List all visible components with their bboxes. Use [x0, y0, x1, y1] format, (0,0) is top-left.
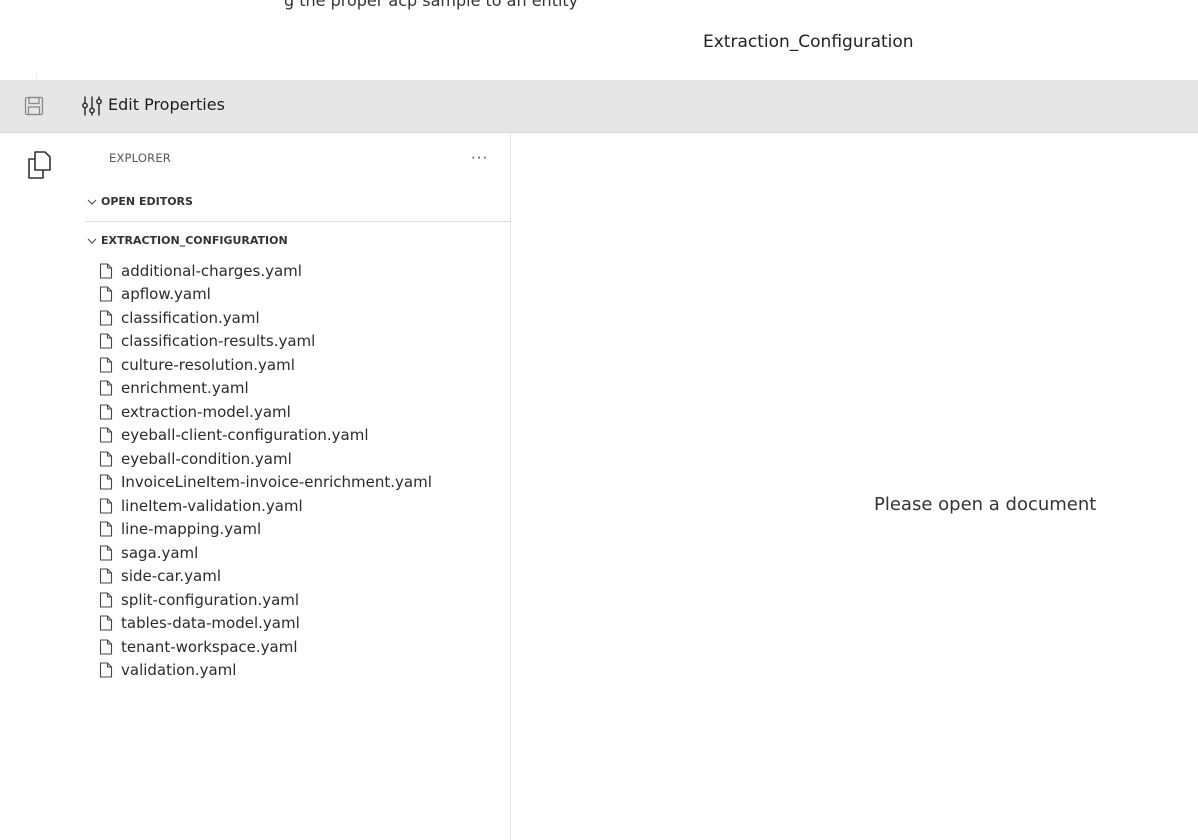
file-icon: [99, 615, 113, 631]
file-item[interactable]: eyeball-client-configuration.yaml: [78, 424, 510, 448]
file-list: additional-charges.yaml apflow.yaml classi…: [78, 259, 510, 682]
save-icon[interactable]: [24, 96, 44, 116]
chevron-down-icon: [87, 199, 97, 205]
file-icon: [99, 521, 113, 537]
editor-area: Please open a document: [511, 133, 1198, 840]
file-name: extraction-model.yaml: [121, 402, 291, 421]
file-item[interactable]: InvoiceLineItem-invoice-enrichment.yaml: [78, 471, 510, 495]
file-item[interactable]: side-car.yaml: [78, 565, 510, 589]
cropped-caption-text: g the proper acp sample to an entity: [284, 0, 579, 10]
file-item[interactable]: extraction-model.yaml: [78, 400, 510, 424]
file-name: culture-resolution.yaml: [121, 355, 295, 374]
file-name: lineItem-validation.yaml: [121, 496, 303, 515]
file-name: enrichment.yaml: [121, 379, 249, 398]
file-item[interactable]: classification-results.yaml: [78, 330, 510, 354]
file-icon: [99, 380, 113, 396]
file-name: side-car.yaml: [121, 567, 221, 586]
file-item[interactable]: culture-resolution.yaml: [78, 353, 510, 377]
file-item[interactable]: lineItem-validation.yaml: [78, 494, 510, 518]
more-actions-button[interactable]: ···: [471, 149, 488, 167]
file-icon: [99, 286, 113, 302]
title-bar: Extraction_Configuration: [0, 10, 1198, 81]
explorer-icon[interactable]: [26, 150, 52, 180]
file-icon: [99, 263, 113, 279]
file-item[interactable]: tables-data-model.yaml: [78, 612, 510, 636]
explorer-header: EXPLORER: [109, 151, 171, 165]
file-icon: [99, 427, 113, 443]
chevron-down-icon: [87, 238, 97, 244]
open-editors-section[interactable]: OPEN EDITORS: [86, 195, 193, 208]
file-item[interactable]: saga.yaml: [78, 541, 510, 565]
file-item[interactable]: additional-charges.yaml: [78, 259, 510, 283]
folder-section[interactable]: EXTRACTION_CONFIGURATION: [86, 234, 288, 247]
file-name: InvoiceLineItem-invoice-enrichment.yaml: [121, 473, 432, 492]
file-icon: [99, 310, 113, 326]
file-icon: [99, 545, 113, 561]
file-item[interactable]: apflow.yaml: [78, 283, 510, 307]
file-name: eyeball-condition.yaml: [121, 449, 292, 468]
file-icon: [99, 357, 113, 373]
file-icon: [99, 662, 113, 678]
title-divider: [36, 72, 37, 80]
file-name: tables-data-model.yaml: [121, 614, 300, 633]
open-editors-label: OPEN EDITORS: [101, 195, 193, 208]
file-name: additional-charges.yaml: [121, 261, 302, 280]
file-name: validation.yaml: [121, 661, 237, 680]
activity-bar: [0, 133, 78, 840]
file-icon: [99, 639, 113, 655]
file-name: classification.yaml: [121, 308, 260, 327]
file-item[interactable]: eyeball-condition.yaml: [78, 447, 510, 471]
file-name: tenant-workspace.yaml: [121, 637, 298, 656]
file-item[interactable]: split-configuration.yaml: [78, 588, 510, 612]
file-name: eyeball-client-configuration.yaml: [121, 426, 369, 445]
file-icon: [99, 568, 113, 584]
window-title: Extraction_Configuration: [703, 32, 914, 52]
file-item[interactable]: classification.yaml: [78, 306, 510, 330]
explorer-panel: EXPLORER ··· OPEN EDITORS EXTRACTION_CON…: [78, 133, 511, 840]
folder-label: EXTRACTION_CONFIGURATION: [101, 234, 288, 247]
section-divider: [86, 221, 510, 222]
file-name: line-mapping.yaml: [121, 520, 262, 539]
file-icon: [99, 451, 113, 467]
file-icon: [99, 592, 113, 608]
file-icon: [99, 498, 113, 514]
file-name: saga.yaml: [121, 543, 199, 562]
properties-icon[interactable]: [80, 94, 104, 118]
toolbar: Edit Properties: [0, 81, 1198, 133]
file-item[interactable]: tenant-workspace.yaml: [78, 635, 510, 659]
file-item[interactable]: line-mapping.yaml: [78, 518, 510, 542]
cropped-caption: g the proper acp sample to an entity: [0, 0, 1198, 10]
file-name: split-configuration.yaml: [121, 590, 300, 609]
edit-properties-button[interactable]: Edit Properties: [108, 95, 225, 114]
file-icon: [99, 474, 113, 490]
file-item[interactable]: validation.yaml: [78, 659, 510, 683]
empty-editor-message: Please open a document: [874, 494, 1097, 515]
file-icon: [99, 333, 113, 349]
file-name: apflow.yaml: [121, 285, 211, 304]
file-icon: [99, 404, 113, 420]
file-name: classification-results.yaml: [121, 332, 316, 351]
file-item[interactable]: enrichment.yaml: [78, 377, 510, 401]
